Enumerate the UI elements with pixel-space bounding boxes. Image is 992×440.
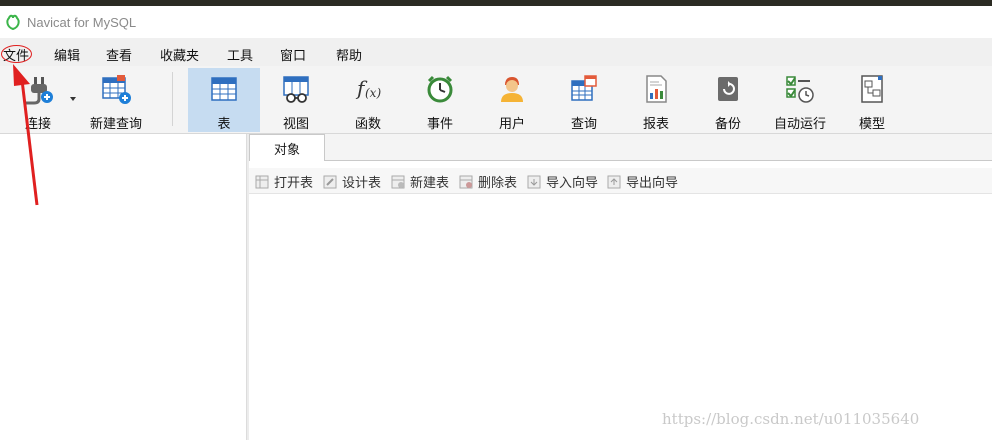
menu-window[interactable]: 窗口 (280, 45, 306, 64)
view-glasses-icon (283, 76, 309, 103)
report-tool-label: 报表 (642, 117, 669, 132)
model-icon (861, 75, 883, 103)
function-tool-label: 函数 (354, 117, 381, 132)
backup-tool-button[interactable]: 备份 (692, 68, 764, 132)
new-query-label: 新建查询 (89, 117, 142, 132)
blog-watermark: https://blog.csdn.net/u011035640 (662, 410, 920, 428)
open-table-label: 打开表 (274, 176, 314, 191)
report-icon (646, 75, 667, 103)
delete-table-label: 删除表 (478, 176, 518, 191)
export-wizard-label: 导出向导 (626, 176, 679, 191)
schedule-tool-button[interactable]: 自动运行 (764, 68, 836, 132)
function-fx-icon: f (x) (355, 76, 381, 100)
event-tool-button[interactable]: 事件 (404, 68, 476, 132)
table-icon (211, 77, 237, 101)
menu-bar: 文件 编辑 查看 收藏夹 工具 窗口 帮助 (0, 38, 992, 66)
function-tool-button[interactable]: f (x) 函数 (332, 68, 404, 132)
delete-table-button[interactable]: 删除表 (459, 172, 517, 191)
report-tool-button[interactable]: 报表 (620, 68, 692, 132)
tab-objects[interactable]: 对象 (249, 134, 325, 161)
main-toolbar: 连接 新建查询 表 视图 f (x) 函数 事件 用户 查询 报表 备份 自动运… (0, 66, 992, 134)
menu-help[interactable]: 帮助 (336, 45, 362, 64)
svg-text:(x): (x) (365, 86, 381, 100)
menu-tools[interactable]: 工具 (227, 45, 253, 64)
table-add-icon (102, 75, 131, 104)
menu-favorites[interactable]: 收藏夹 (160, 45, 199, 64)
design-table-button[interactable]: 设计表 (323, 172, 381, 191)
query-table-icon (571, 75, 597, 101)
user-tool-button[interactable]: 用户 (476, 68, 548, 132)
connect-dropdown-caret[interactable] (70, 97, 76, 101)
object-list-area[interactable] (249, 195, 992, 440)
annotation-arrow (13, 64, 39, 206)
alarm-clock-icon (427, 75, 453, 103)
export-wizard-icon (607, 175, 621, 188)
object-toolbar: 打开表 设计表 新建表 删除表 导入向导 导出向导 (249, 168, 992, 194)
backup-tool-label: 备份 (714, 117, 741, 132)
delete-table-icon (459, 175, 473, 188)
backup-icon (718, 77, 738, 101)
navicat-window: Navicat for MySQL 文件 编辑 查看 收藏夹 工具 窗口 帮助 … (0, 0, 992, 440)
new-table-icon (391, 175, 405, 188)
table-tool-label: 表 (217, 117, 231, 132)
model-tool-label: 模型 (858, 117, 885, 132)
model-tool-button[interactable]: 模型 (836, 68, 908, 132)
open-table-button[interactable]: 打开表 (255, 172, 313, 191)
design-table-icon (323, 175, 337, 188)
import-wizard-label: 导入向导 (546, 176, 599, 191)
schedule-tool-label: 自动运行 (773, 117, 826, 132)
title-bar: Navicat for MySQL (0, 6, 992, 38)
new-table-button[interactable]: 新建表 (391, 172, 449, 191)
import-wizard-icon (527, 175, 541, 188)
user-tool-label: 用户 (498, 117, 525, 132)
query-tool-label: 查询 (570, 117, 597, 132)
new-query-button[interactable]: 新建查询 (84, 68, 148, 132)
query-tool-button[interactable]: 查询 (548, 68, 620, 132)
user-icon (501, 77, 523, 102)
toolbar-separator (172, 72, 173, 126)
event-tool-label: 事件 (426, 117, 453, 132)
open-table-icon (255, 175, 269, 188)
export-wizard-button[interactable]: 导出向导 (607, 172, 678, 191)
view-tool-button[interactable]: 视图 (260, 68, 332, 132)
table-tool-button[interactable]: 表 (188, 68, 260, 132)
import-wizard-button[interactable]: 导入向导 (527, 172, 598, 191)
tab-strip: 对象 (249, 134, 992, 161)
menu-view[interactable]: 查看 (106, 45, 132, 64)
design-table-label: 设计表 (342, 176, 382, 191)
schedule-icon (786, 76, 814, 103)
new-table-label: 新建表 (410, 176, 450, 191)
view-tool-label: 视图 (282, 117, 309, 132)
